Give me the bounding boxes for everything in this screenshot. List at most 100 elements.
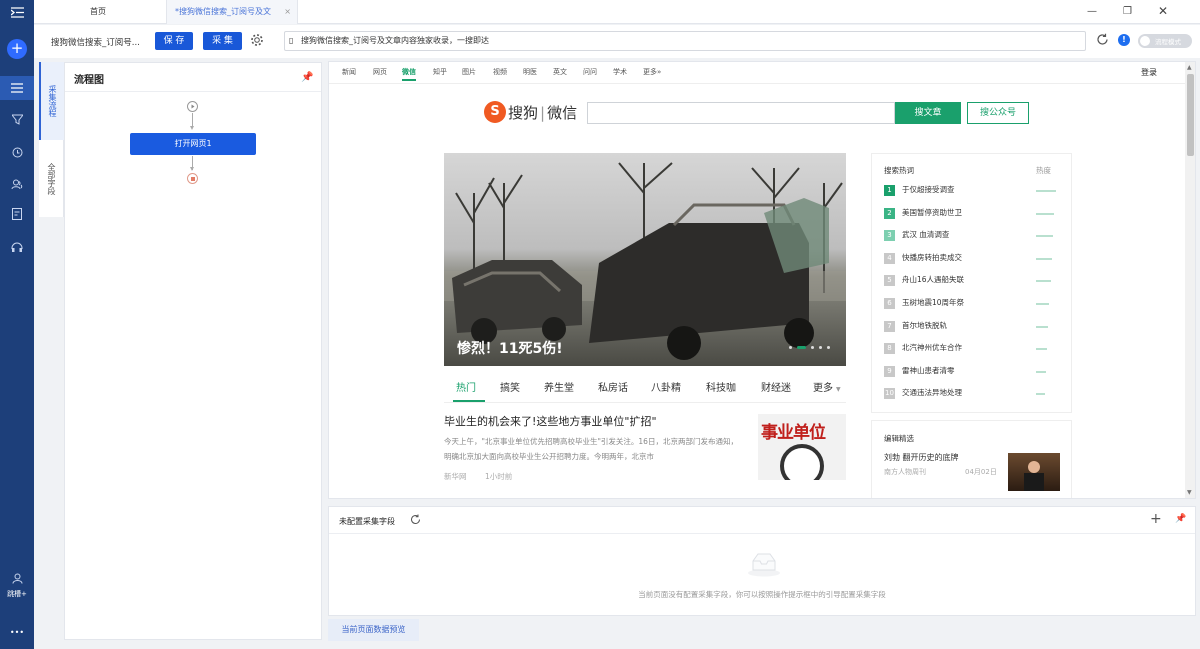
fields-pin-icon[interactable]: 📌 (1175, 514, 1186, 524)
hot-word-rank: 7 (884, 320, 895, 332)
site-nav-zhihu[interactable]: 知乎 (433, 67, 447, 77)
add-field-icon[interactable]: + (1150, 511, 1162, 527)
hot-word-item[interactable]: 9 雷神山患者清零 (884, 365, 955, 379)
user-name[interactable]: 跳槽+ (0, 582, 34, 606)
hot-word-item[interactable]: 6 玉树地震10周年祭 (884, 297, 964, 311)
tab-close-icon[interactable]: × (284, 0, 291, 24)
editor-picks-panel: 编辑精选 刘勃 翻开历史的底牌 南方人物周刊 04月02日 (871, 420, 1072, 498)
site-nav-images[interactable]: 图片 (462, 67, 476, 77)
carousel-dot[interactable] (811, 346, 814, 349)
article-thumbnail[interactable]: 事业单位 (758, 414, 846, 480)
mode-label: 流程模式 (1155, 38, 1181, 46)
hot-word-text: 于仅超接受调查 (902, 185, 955, 194)
site-nav-video[interactable]: 视频 (493, 67, 507, 77)
site-search-input[interactable] (587, 102, 895, 124)
category-finance[interactable]: 财经迷 (761, 379, 791, 394)
carousel-dot[interactable] (819, 346, 822, 349)
scroll-up-icon[interactable]: ▲ (1187, 64, 1192, 71)
article-thumbnail-text: 事业单位 (761, 423, 826, 443)
site-login-link[interactable]: 登录 (1141, 67, 1157, 78)
site-nav-wenwen[interactable]: 问问 (583, 67, 597, 77)
tab-collect-flow[interactable]: 采集流程 (39, 62, 64, 140)
hot-word-rank: 3 (884, 230, 895, 242)
category-private[interactable]: 私房话 (598, 379, 628, 394)
left-nav: + 跳槽+ ••• (0, 0, 34, 649)
scroll-down-icon[interactable]: ▼ (1187, 489, 1192, 496)
tab-all-fields[interactable]: 全部字段 (39, 140, 64, 217)
category-gossip[interactable]: 八卦精 (651, 379, 681, 394)
article-title[interactable]: 毕业生的机会来了!这些地方事业单位"扩招" (444, 413, 744, 429)
scrollbar-thumb[interactable] (1187, 74, 1194, 156)
save-button[interactable]: 保 存 (155, 32, 193, 50)
hot-word-item[interactable]: 8 北汽神州优车合作 (884, 342, 962, 356)
site-nav-weixin[interactable]: 微信 (402, 67, 416, 81)
minimize-icon[interactable]: — (1087, 6, 1097, 17)
hot-word-text: 首尔地铁脱轨 (902, 320, 947, 330)
hot-word-item[interactable]: 2 美国暂停资助世卫 (884, 207, 962, 221)
category-funny[interactable]: 搞笑 (500, 379, 520, 394)
tab-home[interactable]: 首页 (82, 0, 162, 24)
users-icon[interactable] (0, 172, 34, 196)
category-hot[interactable]: 热门 (456, 379, 476, 394)
fields-refresh-icon[interactable] (410, 514, 421, 528)
category-health[interactable]: 养生堂 (544, 379, 574, 394)
hot-word-item[interactable]: 3 武汉 血清调查 (884, 229, 949, 243)
editor-pick-title[interactable]: 刘勃 翻开历史的底牌 (884, 452, 959, 463)
site-nav-web[interactable]: 网页 (373, 67, 387, 77)
flow-panel: 流程图 📌 打开网页1 (64, 62, 322, 640)
hot-word-item[interactable]: 7 首尔地铁脱轨 (884, 320, 947, 334)
hot-word-item[interactable]: 4 快播房转拍卖成交 (884, 252, 962, 266)
site-nav-scholar[interactable]: 学术 (613, 67, 627, 77)
carousel-dot[interactable] (789, 346, 792, 349)
site-nav-mingyi[interactable]: 明医 (523, 67, 537, 77)
hot-words-panel: 搜索热词 热度 1 于仅超接受调查 2 美国暂停资助世卫 3 武汉 血清调查 4 快播房转拍卖… (871, 153, 1072, 413)
flow-title: 流程图 (74, 75, 104, 86)
refresh-icon[interactable] (1096, 33, 1109, 49)
browser-scrollbar[interactable]: ▲ ▼ (1185, 62, 1195, 498)
hot-word-item[interactable]: 10 交通违法异地处理 (884, 387, 962, 401)
hero-caption[interactable]: 惨烈！11死5伤! (457, 338, 563, 358)
mode-toggle[interactable]: 流程模式 (1138, 34, 1192, 48)
editor-pick-thumbnail[interactable] (1008, 453, 1060, 491)
flow-node-open-page[interactable]: 打开网页1 (130, 133, 256, 155)
info-icon[interactable]: ! (1118, 34, 1130, 46)
carousel-dot-active[interactable] (797, 346, 806, 349)
close-window-icon[interactable]: ✕ (1158, 4, 1168, 18)
settings-gear-icon[interactable] (250, 33, 264, 50)
category-more[interactable]: 更多 ▼ (813, 379, 841, 394)
empty-box-icon (747, 551, 781, 577)
document-icon[interactable] (0, 202, 34, 226)
carousel-dot[interactable] (827, 346, 830, 349)
pin-icon[interactable]: 📌 (301, 72, 313, 83)
hot-word-item[interactable]: 5 舟山16人遇船失联 (884, 274, 964, 288)
hot-word-text: 美国暂停资助世卫 (902, 207, 962, 217)
tab-task[interactable]: *搜狗微信搜索_订阅号及文 × (166, 0, 298, 24)
new-task-button[interactable]: + (7, 39, 27, 59)
hot-word-text: 北汽神州优车合作 (902, 343, 962, 353)
filter-icon[interactable] (0, 107, 34, 131)
editor-pick-source[interactable]: 南方人物周刊 (884, 467, 926, 477)
hot-word-heat-bar (1036, 348, 1047, 351)
article-source[interactable]: 新华网 (444, 471, 467, 482)
site-nav-english[interactable]: 英文 (553, 67, 567, 77)
search-article-button[interactable]: 搜文章 (895, 102, 961, 124)
hero-image[interactable]: 惨烈！11死5伤! (444, 153, 846, 366)
maximize-icon[interactable]: ❐ (1123, 6, 1132, 17)
search-account-button[interactable]: 搜公众号 (967, 102, 1029, 124)
url-field[interactable]: ▯ 搜狗微信搜索_订阅号及文章内容独家收录，一搜即达 (284, 31, 1086, 51)
clock-icon[interactable] (0, 140, 34, 164)
task-name[interactable]: 搜狗微信搜索_订阅号... (51, 36, 140, 48)
task-list-icon[interactable] (0, 76, 34, 100)
headset-icon[interactable] (0, 235, 34, 259)
collapse-menu-icon[interactable] (0, 0, 34, 24)
category-tech[interactable]: 科技咖 (706, 379, 736, 394)
hot-words-list: 1 于仅超接受调查 2 美国暂停资助世卫 3 武汉 血清调查 4 快播房转拍卖成交 5 舟山16人… (884, 184, 1064, 404)
more-icon[interactable]: ••• (0, 620, 34, 644)
sogou-logo-text[interactable]: 搜狗 | 微信 (508, 102, 577, 123)
data-preview-tab[interactable]: 当前页面数据预览 (328, 619, 419, 641)
site-nav-more[interactable]: 更多» (643, 67, 661, 77)
hot-word-text: 交通违法异地处理 (902, 388, 962, 398)
collect-button[interactable]: 采 集 (203, 32, 242, 50)
site-nav-news[interactable]: 新闻 (342, 67, 356, 77)
hot-word-item[interactable]: 1 于仅超接受调查 (884, 184, 955, 198)
